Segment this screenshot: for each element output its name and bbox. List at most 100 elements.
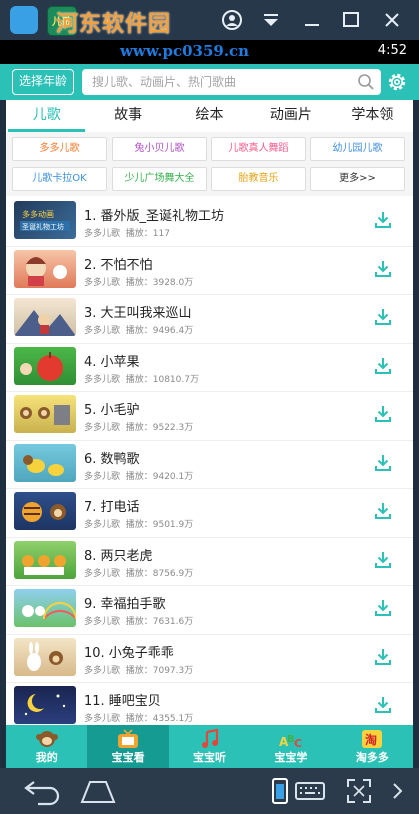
dropdown-menu-icon[interactable] — [259, 9, 283, 31]
song-thumbnail — [14, 492, 76, 530]
emulator-logo-icon — [10, 6, 38, 34]
song-row[interactable]: 2. 不怕不怕 多多儿歌 播放：3928.0万 — [6, 247, 413, 295]
music-note-icon — [201, 728, 218, 748]
song-row[interactable]: 10. 小兔子乖乖 多多儿歌 播放：7097.3万 — [6, 635, 413, 683]
minimize-icon[interactable] — [300, 9, 324, 31]
tag-prenatal-music[interactable]: 胎教音乐 — [211, 167, 306, 191]
keyboard-icon[interactable] — [294, 776, 326, 806]
song-row[interactable]: 7. 打电话 多多儿歌 播放：9501.9万 — [6, 489, 413, 538]
song-row[interactable]: 9. 幸福拍手歌 多多儿歌 播放：7631.6万 — [6, 586, 413, 635]
song-thumbnail — [14, 540, 76, 579]
nav-label: 我的 — [35, 751, 58, 764]
nav-taoduoduo[interactable]: 淘 淘多多 — [332, 725, 413, 768]
tag-more[interactable]: 更多>> — [310, 167, 405, 191]
download-icon[interactable] — [372, 549, 394, 571]
song-row[interactable]: 5. 小毛驴 多多儿歌 播放：9522.3万 — [6, 392, 413, 441]
status-clock: 4:52 — [377, 43, 407, 58]
download-icon[interactable] — [372, 694, 394, 716]
tab-huiben[interactable]: 绘本 — [169, 100, 250, 132]
download-icon[interactable] — [372, 646, 394, 668]
tag-dance[interactable]: 儿歌真人舞蹈 — [211, 137, 306, 161]
tv-icon — [118, 729, 139, 748]
song-plays: 播放：117 — [125, 229, 170, 239]
back-icon[interactable] — [22, 776, 62, 806]
download-icon[interactable] — [372, 209, 394, 231]
abc-icon: AB C — [279, 734, 302, 750]
watermark-brand: 河东软件园 — [56, 12, 172, 37]
tag-duoduo-erge[interactable]: 多多儿歌 — [12, 137, 107, 161]
song-plays: 播放：7631.6万 — [125, 617, 194, 627]
song-title: 3. 大王叫我来巡山 — [84, 306, 192, 321]
song-source: 多多儿歌 — [84, 229, 121, 239]
gear-icon[interactable] — [386, 71, 408, 93]
svg-text:淘: 淘 — [365, 732, 377, 747]
account-icon[interactable] — [220, 9, 244, 31]
song-plays: 播放：3928.0万 — [125, 277, 194, 288]
song-thumbnail — [14, 346, 76, 385]
song-plays: 播放：10810.7万 — [125, 374, 199, 385]
song-plays: 播放：9522.3万 — [125, 423, 194, 433]
nav-label: 宝宝学 — [274, 751, 308, 764]
tab-xuebenling[interactable]: 学本领 — [332, 100, 413, 132]
song-thumbnail — [14, 637, 76, 676]
song-source: 多多儿歌 — [84, 520, 121, 530]
song-plays: 播放：9420.1万 — [125, 471, 194, 482]
song-meta: 多多儿歌 播放：8756.9万 — [84, 566, 193, 579]
search-input[interactable] — [82, 69, 352, 95]
watermark-url: www.pc0359.cn — [120, 42, 250, 60]
song-row[interactable]: 11. 睡吧宝贝 多多儿歌 播放：4355.1万 — [6, 683, 413, 725]
song-row[interactable]: 8. 两只老虎 多多儿歌 播放：8756.9万 — [6, 538, 413, 586]
close-icon[interactable] — [380, 9, 404, 31]
bottom-nav: 我的 宝宝看 宝宝听 ABC 宝宝学 淘 淘多多 — [6, 725, 413, 768]
song-plays: 播放：9501.9万 — [125, 520, 194, 530]
song-source: 多多儿歌 — [84, 277, 121, 288]
song-thumbnail: 多多动画 圣诞礼物工坊 — [14, 201, 76, 239]
song-thumbnail — [14, 249, 76, 288]
song-meta: 多多儿歌 播放：117 — [84, 226, 170, 239]
song-meta: 多多儿歌 播放：7097.3万 — [84, 663, 193, 676]
tag-square-dance[interactable]: 少儿广场舞大全 — [112, 167, 207, 191]
nav-baobaoting[interactable]: 宝宝听 — [169, 725, 250, 768]
chevron-right-icon[interactable] — [390, 776, 406, 806]
tab-erge[interactable]: 儿歌 — [6, 100, 87, 132]
download-icon[interactable] — [372, 403, 394, 425]
download-icon[interactable] — [372, 597, 394, 619]
song-title: 5. 小毛驴 — [84, 403, 140, 418]
nav-baobaoxue[interactable]: ABC 宝宝学 — [250, 725, 331, 768]
download-icon[interactable] — [372, 258, 394, 280]
select-age-button[interactable]: 选择年龄 — [12, 69, 74, 95]
download-icon[interactable] — [372, 500, 394, 522]
phone-orientation-icon[interactable] — [270, 776, 290, 806]
tag-karaoke[interactable]: 儿歌卡拉OK — [12, 167, 107, 191]
song-thumbnail — [14, 443, 76, 482]
song-title: 2. 不怕不怕 — [84, 257, 153, 273]
nav-label: 宝宝听 — [193, 751, 227, 764]
app-header: 选择年龄 — [0, 64, 419, 100]
tab-gushi[interactable]: 故事 — [87, 100, 168, 132]
download-icon[interactable] — [372, 306, 394, 328]
song-plays: 播放：7097.3万 — [125, 665, 194, 676]
song-source: 多多儿歌 — [84, 568, 121, 579]
search-box[interactable] — [82, 69, 381, 95]
nav-wode[interactable]: 我的 — [6, 725, 87, 768]
song-source: 多多儿歌 — [84, 714, 121, 724]
song-title: 1. 番外版_圣诞礼物工坊 — [84, 209, 225, 224]
search-icon[interactable] — [357, 73, 375, 91]
song-title: 10. 小兔子乖乖 — [84, 645, 174, 661]
song-meta: 多多儿歌 播放：9501.9万 — [84, 517, 193, 530]
tag-tuxiaobei-erge[interactable]: 兔小贝儿歌 — [112, 137, 207, 161]
song-row[interactable]: 4. 小苹果 多多儿歌 播放：10810.7万 — [6, 344, 413, 392]
fullscreen-icon[interactable] — [344, 776, 374, 806]
download-icon[interactable] — [372, 355, 394, 377]
home-icon[interactable] — [80, 776, 116, 806]
tab-donghuapian[interactable]: 动画片 — [250, 100, 331, 132]
song-row[interactable]: 多多动画 圣诞礼物工坊 1. 番外版_圣诞礼物工坊 多多儿歌 播放：117 — [6, 198, 413, 247]
tag-kindergarten[interactable]: 幼儿园儿歌 — [310, 137, 405, 161]
nav-baobaokan[interactable]: 宝宝看 — [87, 725, 169, 768]
download-icon[interactable] — [372, 452, 394, 474]
song-row[interactable]: 3. 大王叫我来巡山 多多儿歌 播放：9496.4万 — [6, 295, 413, 344]
maximize-icon[interactable] — [339, 9, 363, 31]
song-meta: 多多儿歌 播放：4355.1万 — [84, 711, 193, 724]
song-title: 9. 幸福拍手歌 — [84, 597, 166, 612]
song-row[interactable]: 6. 数鸭歌 多多儿歌 播放：9420.1万 — [6, 441, 413, 489]
